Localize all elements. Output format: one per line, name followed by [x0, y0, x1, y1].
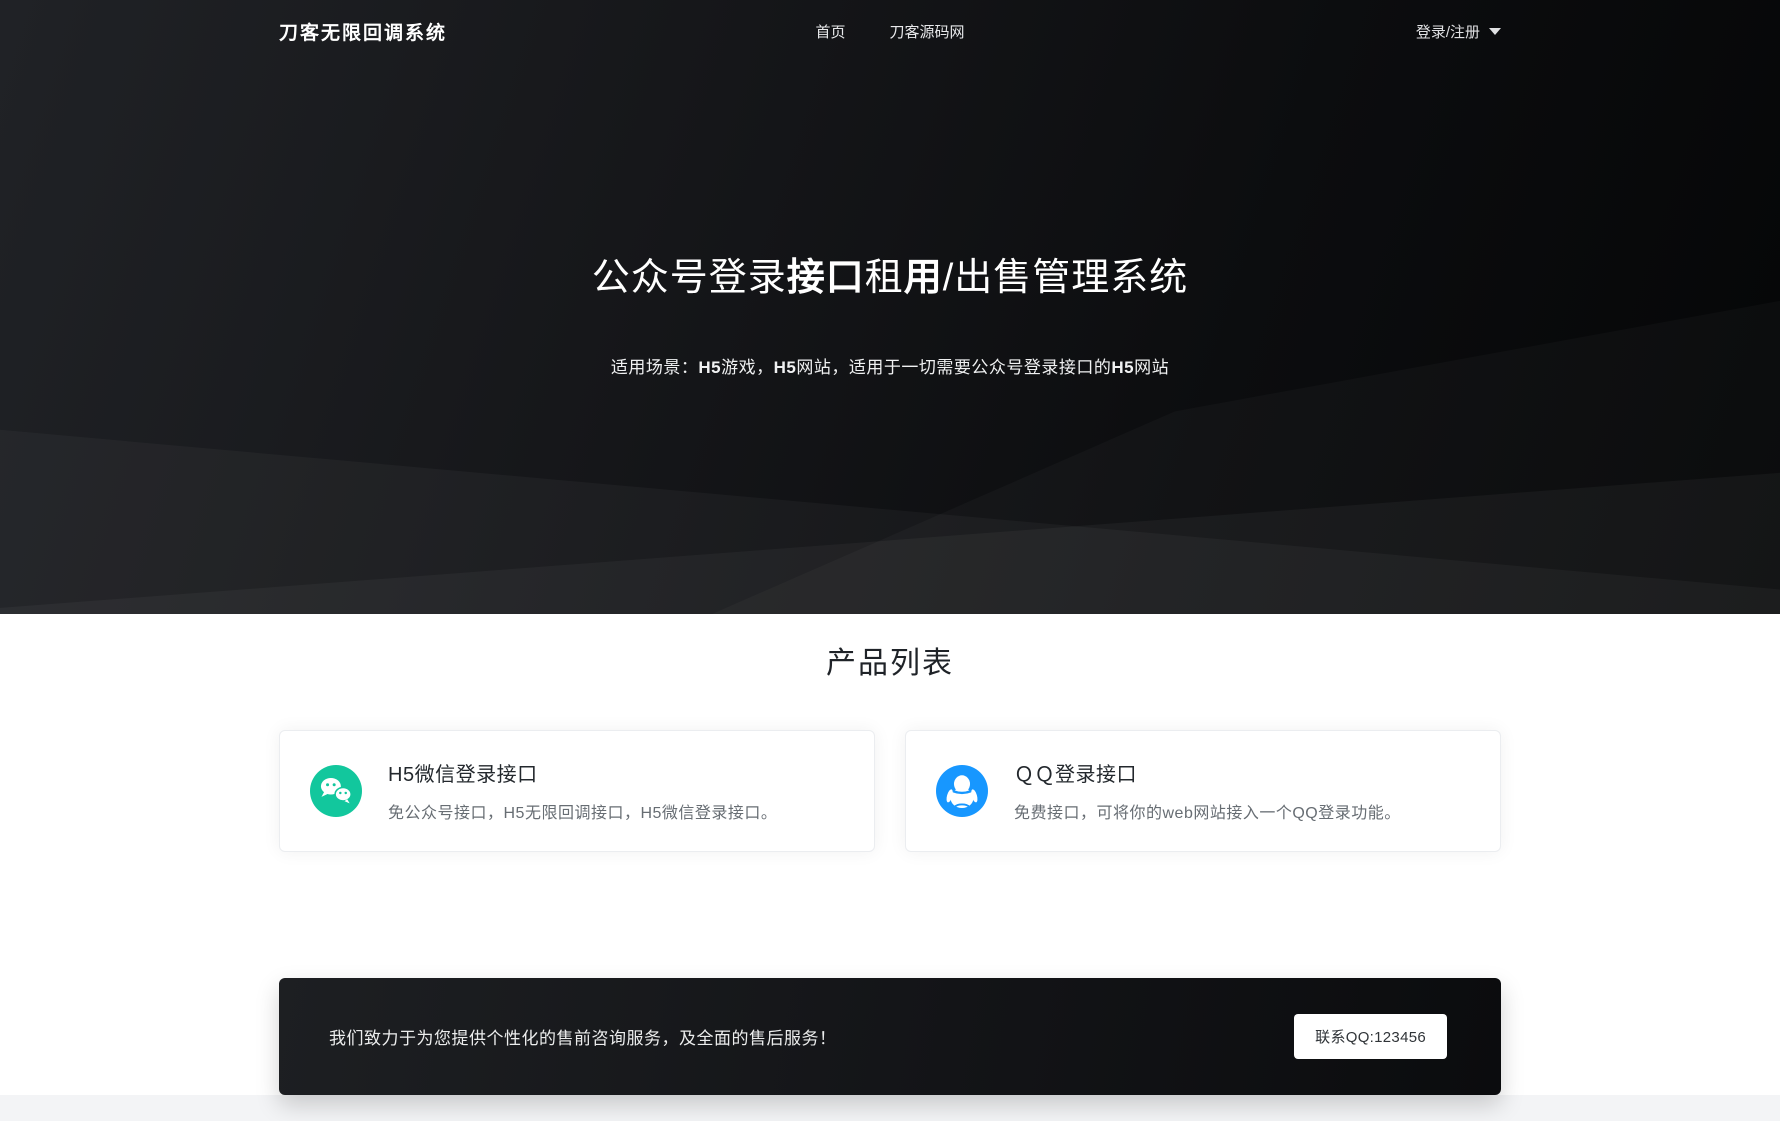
- products-heading: 产品列表: [0, 644, 1780, 685]
- card-text: ＱＱ登录接口 免费接口，可将你的web网站接入一个QQ登录功能。: [1014, 758, 1401, 823]
- hero-title: 公众号登录接口租用/出售管理系统: [0, 255, 1780, 303]
- login-register-dropdown[interactable]: 登录/注册: [1416, 21, 1501, 42]
- card-text: H5微信登录接口 免公众号接口，H5无限回调接口，H5微信登录接口。: [388, 758, 777, 823]
- login-register-label: 登录/注册: [1416, 21, 1480, 42]
- navbar: 刀客无限回调系统 首页 刀客源码网 登录/注册: [0, 0, 1780, 62]
- brand-logo[interactable]: 刀客无限回调系统: [279, 18, 447, 45]
- products-section: 产品列表 H5微信登录接口 免公众号接口，H5无限回调接口，H5微信登录接: [0, 614, 1780, 1095]
- hero-subtitle: 适用场景：H5游戏，H5网站，适用于一切需要公众号登录接口的H5网站: [0, 353, 1780, 378]
- cta-message: 我们致力于为您提供个性化的售前咨询服务，及全面的售后服务！: [329, 1024, 837, 1049]
- caret-down-icon: [1489, 28, 1501, 35]
- footer-strip: [0, 1095, 1780, 1121]
- qq-icon: [936, 765, 988, 817]
- product-card-wechat[interactable]: H5微信登录接口 免公众号接口，H5无限回调接口，H5微信登录接口。: [279, 730, 875, 852]
- product-card-qq[interactable]: ＱＱ登录接口 免费接口，可将你的web网站接入一个QQ登录功能。: [905, 730, 1501, 852]
- cta-banner: 我们致力于为您提供个性化的售前咨询服务，及全面的售后服务！ 联系QQ:12345…: [279, 978, 1501, 1095]
- product-card-description: 免费接口，可将你的web网站接入一个QQ登录功能。: [1014, 799, 1401, 823]
- product-card-title: ＱＱ登录接口: [1014, 758, 1401, 787]
- contact-qq-button[interactable]: 联系QQ:123456: [1294, 1014, 1447, 1059]
- nav-link-home[interactable]: 首页: [815, 21, 845, 42]
- nav-links: 首页 刀客源码网: [815, 21, 964, 42]
- wechat-icon: [310, 765, 362, 817]
- product-cards-row: H5微信登录接口 免公众号接口，H5无限回调接口，H5微信登录接口。 ＱＱ登录接…: [279, 730, 1501, 852]
- hero-section: 刀客无限回调系统 首页 刀客源码网 登录/注册 公众号登录接口租用/出售管理系统…: [0, 0, 1780, 614]
- product-card-title: H5微信登录接口: [388, 758, 777, 787]
- product-card-description: 免公众号接口，H5无限回调接口，H5微信登录接口。: [388, 799, 777, 823]
- nav-link-daoke-source[interactable]: 刀客源码网: [890, 21, 965, 42]
